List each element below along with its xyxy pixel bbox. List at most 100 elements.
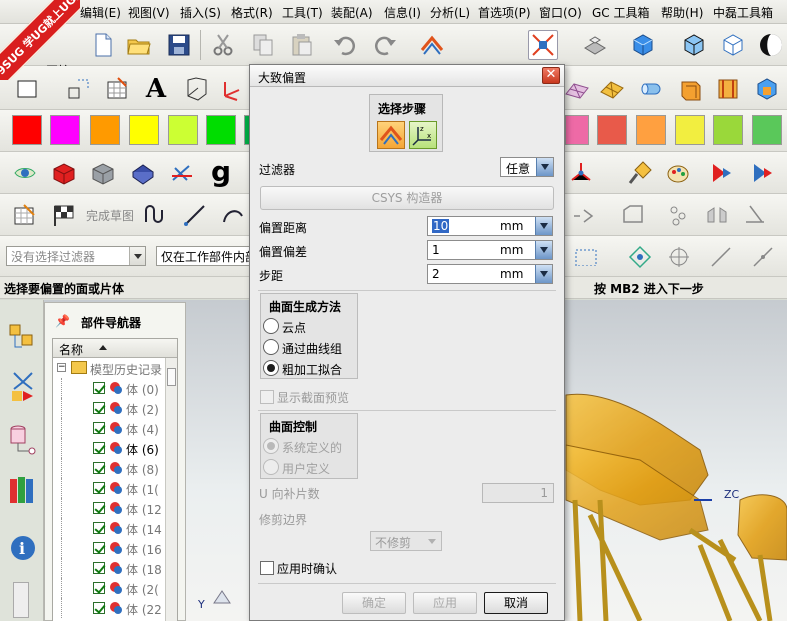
scroll-thumb[interactable]	[167, 368, 176, 386]
tree-body-row[interactable]: 体 (16	[53, 538, 177, 558]
method-through-curves-radio[interactable]	[263, 339, 279, 355]
copy-icon[interactable]	[248, 30, 278, 60]
color-swatch[interactable]	[206, 115, 236, 145]
color-swatch[interactable]	[597, 115, 627, 145]
pin-icon[interactable]: 📌	[55, 314, 70, 328]
undo-icon[interactable]	[330, 30, 360, 60]
redo-icon[interactable]	[370, 30, 400, 60]
resource-scroll[interactable]	[13, 582, 29, 618]
visibility-checkbox[interactable]	[93, 522, 105, 534]
box-feature-icon[interactable]	[752, 74, 782, 104]
snap-points-icon[interactable]	[625, 242, 655, 272]
paint-brush-icon[interactable]	[625, 158, 655, 188]
color-swatch[interactable]	[129, 115, 159, 145]
feature-offset-icon[interactable]	[417, 30, 447, 60]
new-file-icon[interactable]	[88, 30, 118, 60]
sketch-mirror-icon[interactable]	[702, 200, 732, 230]
filter-select[interactable]: 任意	[500, 157, 554, 177]
color-swatch[interactable]	[12, 115, 42, 145]
view-orient-icon[interactable]	[580, 30, 610, 60]
type-filter-dropdown[interactable]: 没有选择过滤器	[6, 246, 146, 266]
method-rough-fit-radio[interactable]	[263, 360, 279, 376]
blue-block-icon[interactable]	[128, 158, 158, 188]
menu-window[interactable]: 窗口(O)	[539, 4, 582, 21]
visibility-checkbox[interactable]	[93, 402, 105, 414]
tree-body-row[interactable]: 体 (18	[53, 558, 177, 578]
control-system-defined-radio[interactable]	[263, 438, 279, 454]
color-swatch[interactable]	[675, 115, 705, 145]
visibility-checkbox[interactable]	[93, 422, 105, 434]
measure-icon[interactable]	[167, 158, 197, 188]
wireframe-cube-icon[interactable]	[718, 30, 748, 60]
studio-surface-icon[interactable]	[597, 74, 627, 104]
offset-distance-input[interactable]: 10 mm	[427, 216, 553, 236]
tree-body-row[interactable]: 体 (0)	[53, 378, 177, 398]
menu-preferences[interactable]: 首选项(P)	[478, 4, 531, 21]
chevron-down-icon[interactable]	[535, 241, 552, 259]
finish-sketch-label[interactable]: 完成草图	[86, 207, 134, 224]
tree-body-row[interactable]: 体 (1(	[53, 478, 177, 498]
save-icon[interactable]	[164, 30, 194, 60]
confirm-on-apply-checkbox[interactable]	[260, 561, 274, 575]
menu-zhonglei-toolbox[interactable]: 中磊工具箱	[713, 4, 773, 21]
tree-body-row[interactable]: 体 (12	[53, 498, 177, 518]
menu-gc-toolbox[interactable]: GC 工具箱	[592, 4, 650, 21]
offset-deviation-input[interactable]: 1 mm	[427, 240, 553, 260]
sketch-trim-icon[interactable]	[740, 200, 770, 230]
control-user-defined-radio[interactable]	[263, 459, 279, 475]
sketch-grid-icon[interactable]	[102, 74, 132, 104]
color-swatch[interactable]	[168, 115, 198, 145]
menu-format[interactable]: 格式(R)	[231, 4, 273, 21]
color-swatch[interactable]	[752, 115, 782, 145]
visibility-checkbox[interactable]	[93, 542, 105, 554]
visibility-checkbox[interactable]	[93, 462, 105, 474]
menu-view[interactable]: 视图(V)	[128, 4, 170, 21]
blend-feature-icon[interactable]	[713, 74, 743, 104]
close-icon[interactable]: ✕	[542, 67, 560, 84]
collapse-icon[interactable]: −	[57, 363, 66, 372]
snap-center-icon[interactable]	[664, 242, 694, 272]
visibility-checkbox[interactable]	[93, 562, 105, 574]
palette-icon[interactable]	[664, 158, 694, 188]
visibility-checkbox[interactable]	[93, 382, 105, 394]
offset-face-step-icon[interactable]	[377, 121, 405, 149]
finish-sketch-flag-icon[interactable]	[49, 200, 79, 230]
method-point-cloud-label[interactable]: 云点	[282, 319, 306, 336]
visibility-checkbox[interactable]	[93, 582, 105, 594]
control-user-defined-label[interactable]: 用户定义	[282, 460, 330, 477]
color-swatch[interactable]	[565, 115, 589, 145]
studio-render-icon[interactable]	[756, 30, 786, 60]
assembly-navigator-icon[interactable]	[6, 318, 40, 358]
sketch-pattern-icon[interactable]	[664, 200, 694, 230]
tree-body-row[interactable]: 体 (2(	[53, 578, 177, 598]
tree-body-row[interactable]: 体 (14	[53, 518, 177, 538]
selection-scope-dropdown[interactable]: 仅在工作部件内部	[156, 246, 250, 266]
red-block-icon[interactable]	[49, 158, 79, 188]
play-blue-icon[interactable]	[748, 158, 778, 188]
swept-tube-icon[interactable]	[636, 74, 666, 104]
snap-endpoint-icon[interactable]	[706, 242, 736, 272]
csys-step-icon[interactable]: zx	[409, 121, 437, 149]
cancel-button[interactable]: 取消	[484, 592, 548, 614]
show-section-preview-checkbox[interactable]	[260, 390, 274, 404]
apply-button[interactable]: 应用	[413, 592, 477, 614]
extrude-shell-icon[interactable]	[676, 74, 706, 104]
tree-body-row[interactable]: 体 (8)	[53, 458, 177, 478]
visibility-checkbox[interactable]	[93, 442, 105, 454]
menu-analysis[interactable]: 分析(L)	[430, 4, 470, 21]
arc-icon[interactable]	[218, 200, 248, 230]
line-icon[interactable]	[180, 200, 210, 230]
sketch-fillet-icon[interactable]	[568, 200, 598, 230]
color-swatch[interactable]	[90, 115, 120, 145]
snap-midpoint-icon[interactable]	[748, 242, 778, 272]
menu-tools[interactable]: 工具(T)	[282, 4, 323, 21]
selection-box-icon[interactable]	[570, 246, 616, 266]
visibility-checkbox[interactable]	[93, 502, 105, 514]
menu-info[interactable]: 信息(I)	[384, 4, 421, 21]
method-rough-fit-label[interactable]: 粗加工拟合	[282, 361, 342, 378]
navigator-column-header[interactable]: 名称	[53, 339, 177, 358]
gray-block-icon[interactable]	[88, 158, 118, 188]
sketch-chamfer-icon[interactable]	[618, 200, 648, 230]
shaded-cube-icon[interactable]	[628, 30, 658, 60]
control-system-defined-label[interactable]: 系统定义的	[282, 439, 342, 456]
